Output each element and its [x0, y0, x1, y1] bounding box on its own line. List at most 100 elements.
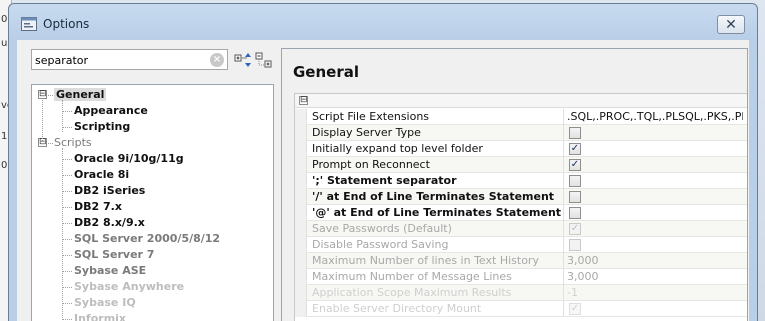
tree-item[interactable]: Scripts [54, 135, 92, 151]
tree-item[interactable]: Oracle 9i/10g/11g [74, 151, 184, 167]
close-icon: ✕ [725, 16, 737, 33]
tree-item-label: SQL Server 2000/5/8/12 [74, 232, 221, 245]
property-name: Maximum Number of Message Lines [312, 270, 512, 283]
property-row[interactable]: Disable Password Saving [295, 237, 747, 253]
tree-item-label: Sybase Anywhere [74, 280, 185, 293]
tree-item[interactable]: Oracle 8i [74, 167, 129, 183]
tree-item[interactable]: Appearance [74, 103, 148, 119]
tree-item[interactable]: Sybase Anywhere [74, 279, 184, 295]
property-row[interactable]: '@' at End of Line Terminates Statement [295, 205, 747, 221]
property-name: Save Passwords (Default) [312, 222, 452, 235]
clear-search-icon[interactable]: × [210, 53, 224, 67]
tree-item-label: Sybase IQ [74, 296, 136, 309]
tree-item[interactable]: Sybase ASE [74, 263, 146, 279]
tree-item-label: Oracle 8i [74, 168, 130, 181]
property-name: Initially expand top level folder [312, 142, 483, 155]
property-row[interactable]: '/' at End of Line Terminates Statement [295, 189, 747, 205]
property-name: Script File Extensions [312, 110, 430, 123]
tree-item-label: DB2 8.x/9.x [74, 216, 145, 229]
tree-item[interactable]: DB2 8.x/9.x [74, 215, 145, 231]
property-row[interactable]: ';' Statement separator [295, 173, 747, 189]
row-gutter [295, 301, 307, 317]
tree-item-label: Sybase ASE [74, 264, 147, 277]
tree-item[interactable]: DB2 7.x [74, 199, 122, 215]
property-name: Application Scope Maximum Results [312, 286, 512, 299]
property-row[interactable]: Script File Extensions .SQL,.PROC,.TQL,.P… [295, 109, 747, 125]
close-button[interactable]: ✕ [717, 15, 745, 34]
search-input[interactable] [35, 52, 205, 68]
tree-connector [48, 95, 53, 96]
tree-item[interactable]: Informix [74, 311, 126, 321]
row-gutter [295, 205, 307, 221]
property-row[interactable]: Save Passwords (Default) ✓ [295, 221, 747, 237]
column-divider [563, 189, 564, 205]
window-title: Options [43, 17, 90, 31]
collapse-all-icon[interactable] [255, 52, 273, 68]
property-row[interactable]: Maximum Number of lines in Text History 3… [295, 253, 747, 269]
property-value: 3,000 [567, 254, 599, 267]
tree-item-label: DB2 7.x [74, 200, 122, 213]
property-name: '/' at End of Line Terminates Statement [312, 190, 555, 203]
tree-connector [62, 159, 72, 160]
tree-connector [62, 303, 72, 304]
tree-item[interactable]: Sybase IQ [74, 295, 136, 311]
property-grid[interactable]: ⊟ Script File Extensions .SQL,.PROC,.TQL,… [294, 93, 747, 321]
tree-connector [62, 287, 72, 288]
row-gutter [295, 141, 307, 157]
property-checkbox: ✓ [569, 303, 581, 315]
tree-item-label: Appearance [74, 104, 148, 117]
column-divider [563, 157, 564, 173]
expand-all-icon[interactable] [234, 52, 252, 68]
property-checkbox[interactable] [569, 207, 581, 219]
column-divider [563, 173, 564, 189]
property-row[interactable]: Enable Server Directory Mount ✓ [295, 301, 747, 317]
property-row[interactable]: Application Scope Maximum Results -1 [295, 285, 747, 301]
property-checkbox: ✓ [569, 223, 581, 235]
options-dialog: Options ✕ × ⊟ General Appearance Scripting ⊟… [8, 3, 758, 321]
property-row[interactable]: Display Server Type [295, 125, 747, 141]
property-row[interactable]: Maximum Number of Message Lines 3,000 [295, 269, 747, 285]
property-row[interactable]: Initially expand top level folder ✓ [295, 141, 747, 157]
column-divider [563, 269, 564, 285]
row-gutter [295, 173, 307, 189]
tree-item[interactable]: SQL Server 2000/5/8/12 [74, 231, 220, 247]
property-name: '@' at End of Line Terminates Statement [312, 206, 562, 219]
tree-item[interactable]: Scripting [74, 119, 130, 135]
property-value: -1 [567, 286, 578, 299]
property-name: Disable Password Saving [312, 238, 449, 251]
tree-connector [48, 143, 53, 144]
background-edge-text: 0 [1, 14, 8, 25]
property-checkbox [569, 239, 581, 251]
tree-expander-icon[interactable]: ⊟ [38, 90, 47, 99]
section-title: General [293, 63, 359, 81]
property-checkbox[interactable] [569, 127, 581, 139]
tree-item-label: Scripting [74, 120, 131, 133]
property-value: 3,000 [567, 270, 599, 283]
row-gutter [295, 269, 307, 285]
property-name: Display Server Type [312, 126, 421, 139]
property-checkbox[interactable]: ✓ [569, 143, 581, 155]
options-window-icon [21, 17, 37, 31]
tree-connector [62, 111, 72, 112]
property-checkbox[interactable] [569, 175, 581, 187]
tree-connector [62, 255, 72, 256]
tree-item-label: Informix [74, 312, 127, 321]
property-checkbox[interactable]: ✓ [569, 159, 581, 171]
column-divider [563, 285, 564, 301]
tree-item[interactable]: DB2 iSeries [74, 183, 145, 199]
collapse-group-icon[interactable]: ⊟ [299, 96, 308, 105]
row-gutter [295, 237, 307, 253]
property-value[interactable]: .SQL,.PROC,.TQL,.PLSQL,.PKS,.PKB,.PRC [567, 109, 743, 125]
tree-connector [62, 319, 72, 320]
row-gutter [295, 253, 307, 269]
tree-item[interactable]: SQL Server 7 [74, 247, 154, 263]
options-tree[interactable]: ⊟ General Appearance Scripting ⊟ Scripts Oracl… [31, 84, 274, 321]
tree-connector [62, 191, 72, 192]
tree-connector [62, 127, 72, 128]
property-checkbox[interactable] [569, 191, 581, 203]
property-name: Enable Server Directory Mount [312, 302, 482, 315]
property-row[interactable]: Prompt on Reconnect ✓ [295, 157, 747, 173]
property-group-header[interactable]: ⊟ [295, 94, 747, 108]
column-divider [563, 109, 564, 125]
search-field[interactable]: × [31, 49, 228, 70]
